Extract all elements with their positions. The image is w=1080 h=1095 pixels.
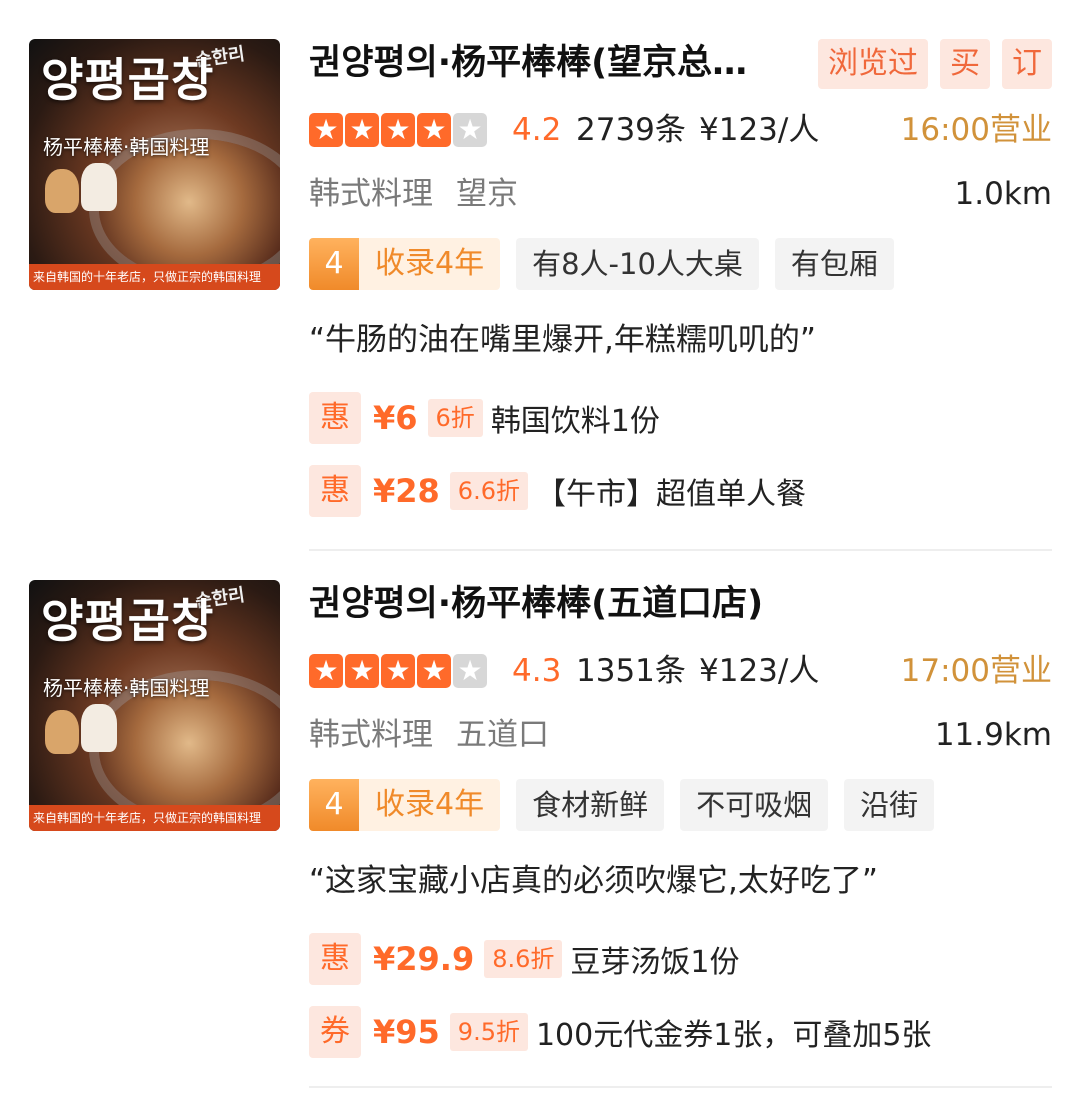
review-quote: “牛肠的油在嘴里爆开,年糕糯叽叽的” [309,322,816,358]
star-icon [453,113,487,147]
discount-icon: 惠 [309,465,361,517]
deal-item[interactable]: 惠 ¥6 6折 韩国饮料1份 [309,392,660,444]
viewed-badge: 浏览过 [818,39,928,89]
listed-years-label: 收录4年 [359,779,501,831]
star-icon [345,113,379,147]
restaurant-name[interactable]: 권양평의·杨平棒棒(五道口店) [309,579,799,629]
distance: 11.9km [934,717,1052,753]
star-icon [309,654,343,688]
thumbnail-korean-title: 양평곱창 [41,53,215,107]
feature-tag: 食材新鲜 [516,779,665,831]
feature-tag: 有包厢 [774,238,894,290]
deal-title: 韩国饮料1份 [490,404,660,439]
deal-title: 100元代金券1张，可叠加5张 [535,1018,932,1053]
price-per-person: ¥123/人 [699,112,820,148]
price-per-person: ¥123/人 [699,653,820,689]
deal-item[interactable]: 券 ¥95 9.5折 100元代金券1张，可叠加5张 [309,1006,931,1058]
hotpot-image [99,680,280,820]
discount-icon: 惠 [309,933,361,985]
restaurant-name[interactable]: 권양평의·杨平棒棒(望京总… [309,38,799,88]
deal-price: ¥95 [373,1013,440,1051]
distance: 1.0km [954,176,1052,212]
opening-time: 17:00营业 [900,653,1052,689]
deal-item[interactable]: 惠 ¥28 6.6折 【午市】超值单人餐 [309,465,806,517]
ox-mascot-icon [45,169,79,213]
star-icon [309,113,343,147]
ox-mascot-icon [45,710,79,754]
deal-discount: 6折 [427,399,483,437]
restaurant-card[interactable]: 순한리 양평곱창 杨平棒棒·韩国料理 来自韩国的十年老店，只做正宗的韩国料理 권양평의·… [0,541,1080,1088]
star-icon [381,654,415,688]
listed-years-number: 4 [309,779,359,831]
restaurant-list: 순한리 양평곱창 杨平棒棒·韩国料理 来自韩国的十年老店，只做正宗的韩国料理 권양평의·… [0,0,1080,1095]
business-area: 望京 [456,176,518,212]
deal-item[interactable]: 惠 ¥29.9 8.6折 豆芽汤饭1份 [309,933,739,985]
thumbnail-banner: 来自韩国的十年老店，只做正宗的韩国料理 [29,805,280,831]
review-quote: “这家宝藏小店真的必须吹爆它,太好吃了” [309,863,878,899]
thumbnail-chinese-subtitle: 杨平棒棒·韩国料理 [43,135,210,159]
feature-tag: 有8人-10人大桌 [516,238,759,290]
deal-price: ¥6 [373,399,418,437]
boy-mascot-icon [81,163,117,211]
rating-score: 4.3 [512,653,562,689]
cuisine-category: 韩式料理 [309,717,433,753]
review-count: 2739条 [576,112,686,148]
hotpot-image [99,139,280,279]
deal-discount: 6.6折 [449,472,528,510]
feature-tags: 4 收录4年 食材新鲜 不可吸烟 沿街 [309,779,935,831]
opening-time: 16:00营业 [900,112,1052,148]
deal-discount: 8.6折 [484,940,563,978]
star-icon [453,654,487,688]
rating-stars [309,113,487,147]
star-icon [381,113,415,147]
rating-score: 4.2 [512,112,562,148]
review-count: 1351条 [576,653,686,689]
star-icon [345,654,379,688]
reserve-badge: 订 [1002,39,1052,89]
listed-years-badge: 4 收录4年 [309,238,501,290]
thumbnail-chinese-subtitle: 杨平棒棒·韩国料理 [43,676,210,700]
feature-tags: 4 收录4年 有8人-10人大桌 有包厢 [309,238,894,290]
feature-tag: 沿街 [844,779,935,831]
listed-years-label: 收录4年 [359,238,501,290]
restaurant-thumbnail[interactable]: 순한리 양평곱창 杨平棒棒·韩国料理 来自韩国的十年老店，只做正宗的韩国料理 [29,580,280,831]
rating-stars [309,654,487,688]
deal-discount: 9.5折 [449,1013,528,1051]
restaurant-thumbnail[interactable]: 순한리 양평곱창 杨平棒棒·韩国料理 来自韩国的十年老店，只做正宗的韩国料理 [29,39,280,290]
boy-mascot-icon [81,704,117,752]
business-area: 五道口 [456,717,549,753]
star-icon [417,654,451,688]
deal-title: 豆芽汤饭1份 [570,945,740,980]
card-divider [309,1086,1052,1088]
discount-icon: 惠 [309,392,361,444]
cuisine-category: 韩式料理 [309,176,433,212]
feature-tag: 不可吸烟 [680,779,829,831]
deal-title: 【午市】超值单人餐 [535,477,806,512]
deal-price: ¥28 [373,472,440,510]
listed-years-badge: 4 收录4年 [309,779,501,831]
deal-price: ¥29.9 [373,940,475,978]
listed-years-number: 4 [309,238,359,290]
thumbnail-banner: 来自韩国的十年老店，只做正宗的韩国料理 [29,264,280,290]
star-icon [417,113,451,147]
buy-badge: 买 [940,39,990,89]
restaurant-card[interactable]: 순한리 양평곱창 杨平棒棒·韩国料理 来自韩国的十年老店，只做正宗的韩国料理 권양평의·… [0,0,1080,551]
thumbnail-korean-title: 양평곱창 [41,594,215,648]
coupon-icon: 券 [309,1006,361,1058]
restaurant-badges: 浏览过买订 [818,39,1052,89]
